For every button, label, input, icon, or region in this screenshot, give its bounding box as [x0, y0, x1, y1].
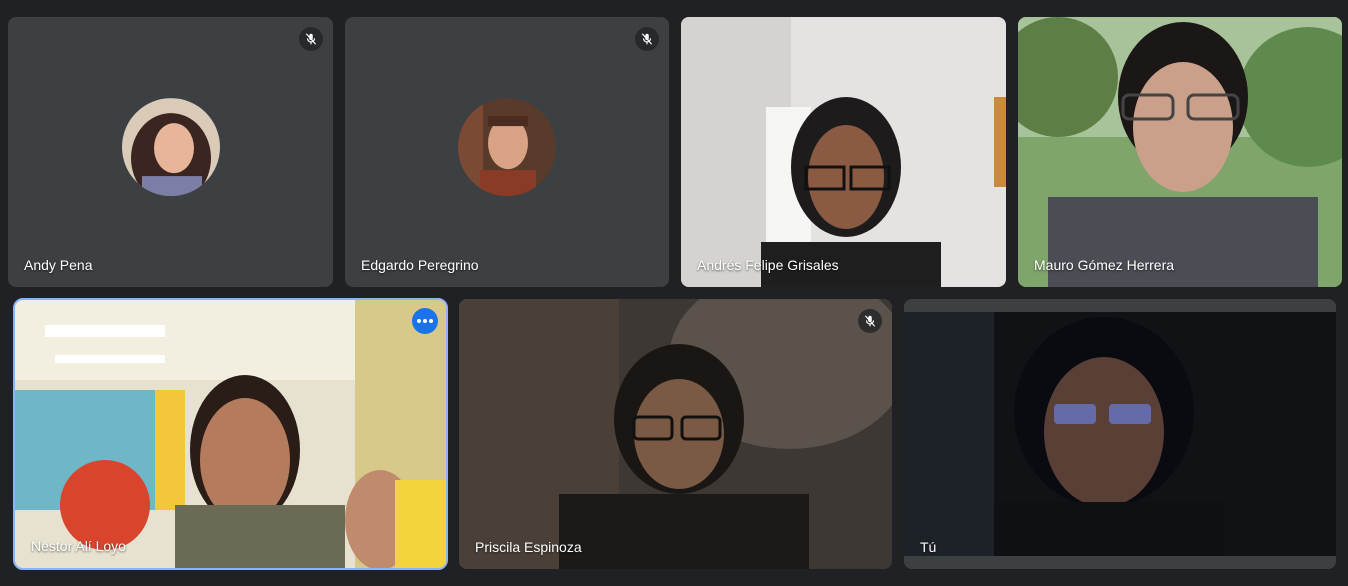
participant-tile-andy-pena[interactable]: Andy Pena	[8, 17, 333, 287]
participant-tile-edgardo-peregrino[interactable]: Edgardo Peregrino	[345, 17, 669, 287]
more-options-button[interactable]	[412, 308, 438, 334]
more-horiz-icon	[417, 319, 433, 323]
mic-off-icon	[858, 309, 882, 333]
participant-tile-andres-felipe-grisales[interactable]: Andrés Felipe Grisales	[681, 17, 1006, 287]
avatar	[458, 98, 556, 197]
mic-off-icon	[299, 27, 323, 51]
letterbox-bottom	[904, 556, 1336, 569]
participant-name: Andy Pena	[24, 257, 93, 273]
participant-name: Mauro Gómez Herrera	[1034, 257, 1175, 273]
participant-name: Edgardo Peregrino	[361, 257, 479, 273]
participant-tile-priscila-espinoza[interactable]: Priscila Espinoza	[459, 299, 892, 569]
participant-video	[15, 300, 446, 568]
participant-video	[904, 312, 1336, 556]
letterbox-top	[904, 299, 1336, 312]
participant-tile-mauro-gomez-herrera[interactable]: Mauro Gómez Herrera	[1018, 17, 1342, 287]
participant-video	[681, 17, 1006, 287]
participant-video	[459, 299, 892, 569]
participant-video	[1018, 17, 1342, 287]
avatar	[121, 98, 220, 197]
participant-tile-nestor-ali-loyo[interactable]: Nestor Alí Loyo	[13, 298, 448, 570]
participant-name: Priscila Espinoza	[475, 539, 582, 555]
participant-name: Andrés Felipe Grisales	[697, 257, 839, 273]
participant-tile-self[interactable]: Tú	[904, 299, 1336, 569]
participant-name: Tú	[920, 539, 937, 555]
participant-name: Nestor Alí Loyo	[31, 538, 126, 554]
mic-off-icon	[635, 27, 659, 51]
